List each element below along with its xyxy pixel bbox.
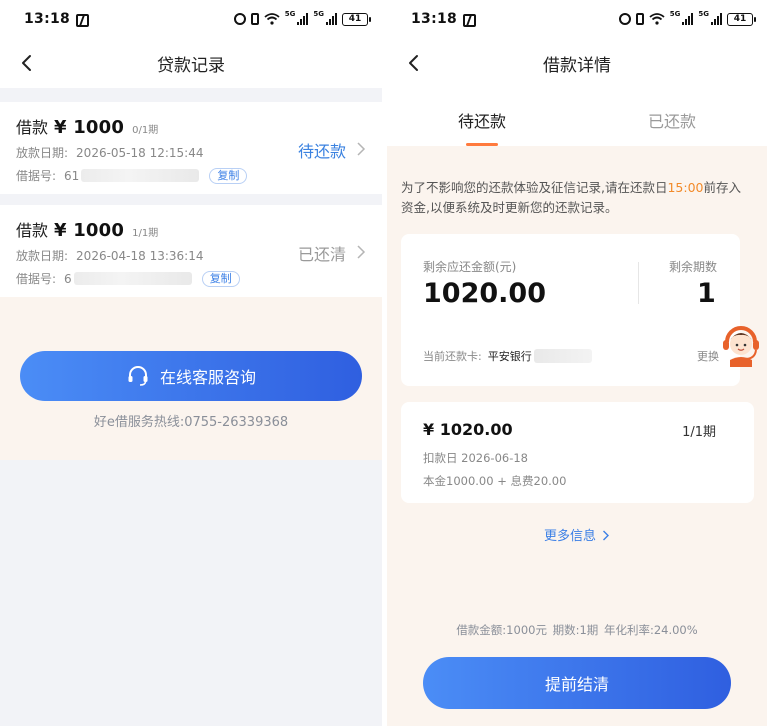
loan-record-card[interactable]: 借款 ¥ 1000 0/1期 放款日期: 2026-05-18 12:15:44… [0, 102, 382, 194]
battery-icon: 41 [727, 12, 756, 26]
active-tab-indicator [466, 143, 498, 146]
receipt-number: 6 [64, 271, 72, 286]
copy-button[interactable]: 复制 [209, 167, 248, 184]
change-card-link[interactable]: 更换 [697, 348, 719, 364]
vibrate-icon [635, 13, 644, 25]
more-info-label: 更多信息 [543, 529, 596, 544]
signal-icon [326, 13, 337, 25]
loan-summary: 借款金额:1000元 期数:1期 年化利率:24.00% [456, 623, 698, 637]
loan-record-card[interactable]: 借款 ¥ 1000 1/1期 放款日期: 2026-04-18 13:36:14… [0, 205, 382, 297]
redacted-receipt-number [73, 272, 192, 285]
remaining-amount: 1020.00 [423, 278, 546, 309]
repayment-card-label: 当前还款卡: [423, 350, 482, 363]
status-time: 13:18 [411, 11, 458, 27]
copy-button[interactable]: 复制 [201, 270, 240, 287]
chevron-left-icon[interactable] [403, 52, 425, 74]
loan-status-pending: 待还款 [297, 142, 346, 161]
loan-amount: ¥ 1000 [54, 117, 125, 138]
redacted-card-number [533, 349, 592, 363]
disbursement-date: 2026-04-18 13:36:14 [76, 248, 204, 263]
repayment-card-bank: 平安银行 [487, 350, 532, 363]
tab-label: 已还款 [647, 112, 696, 131]
network-type-label: 5G [669, 10, 681, 18]
receipt-number-label: 借据号: [16, 169, 57, 183]
online-service-button[interactable]: 在线客服咨询 [20, 351, 362, 401]
headset-icon [128, 366, 148, 386]
repayment-summary-card: 剩余应还金额(元) 1020.00 剩余期数 1 当前还款卡: 平安银行 更换 [401, 234, 740, 386]
disbursement-date-label: 放款日期: [16, 146, 69, 160]
loan-detail-screen: 13:18 5G 5G 41 借款详情 待还款 已还款 为了不影响您的还款体验及… [387, 0, 767, 726]
status-bar: 13:18 5G 5G 41 [0, 0, 382, 38]
disbursement-date: 2026-05-18 12:15:44 [76, 145, 204, 160]
remaining-periods: 1 [697, 278, 716, 309]
page-title: 借款详情 [543, 55, 611, 76]
signal-icon [711, 13, 722, 25]
nav-bar: 借款详情 [387, 38, 767, 88]
loan-label: 借款 [16, 118, 49, 137]
amount-breakdown: 本金1000.00 + 息费20.00 [423, 474, 567, 488]
signal-icon [682, 13, 694, 25]
loan-label: 借款 [16, 221, 49, 240]
network-type-label: 5G [313, 10, 324, 18]
installment-card: ¥ 1020.00 1/1期 扣款日 2026-06-18 本金1000.00 … [401, 402, 754, 503]
loan-amount: ¥ 1000 [54, 220, 125, 241]
status-icons: 5G 5G 41 [233, 10, 371, 26]
wifi-icon [264, 13, 280, 25]
service-hotline: 好e借服务热线:0755-26339368 [93, 415, 289, 430]
network-type-label: 5G [698, 10, 709, 18]
notification-icon [76, 13, 90, 27]
online-service-label: 在线客服咨询 [159, 368, 256, 387]
more-info-link[interactable]: 更多信息 [387, 525, 767, 544]
early-settlement-button[interactable]: 提前结清 [423, 657, 731, 709]
installment-amount: ¥ 1020.00 [423, 420, 513, 439]
nav-bar: 贷款记录 [0, 38, 382, 102]
remaining-periods-label: 剩余期数 [669, 260, 718, 274]
deduction-date: 扣款日 2026-06-18 [423, 451, 528, 465]
vibrate-icon [250, 13, 259, 25]
status-time: 13:18 [24, 11, 71, 27]
repayment-card-row: 当前还款卡: 平安银行 [423, 348, 592, 364]
loan-period: 1/1期 [132, 228, 159, 239]
alarm-icon [233, 13, 246, 25]
repayment-notice: 为了不影响您的还款体验及征信记录,请在还款日15:00前存入资金,以便系统及时更… [401, 178, 751, 218]
status-icons: 5G 5G 41 [618, 10, 756, 26]
installment-period: 1/1期 [682, 425, 716, 440]
loan-period: 0/1期 [132, 125, 159, 136]
alarm-icon [618, 13, 631, 25]
chevron-left-icon[interactable] [16, 52, 38, 74]
wifi-icon [649, 13, 665, 25]
redacted-receipt-number [81, 169, 200, 182]
remaining-amount-label: 剩余应还金额(元) [423, 260, 517, 274]
disbursement-date-label: 放款日期: [16, 249, 69, 263]
tab-label: 待还款 [457, 112, 506, 131]
status-bar: 13:18 5G 5G 41 [387, 0, 767, 38]
chevron-right-icon [357, 245, 366, 259]
loan-status-cleared: 已还清 [297, 245, 346, 264]
signal-icon [297, 13, 309, 25]
page-title: 贷款记录 [157, 55, 225, 76]
receipt-number-label: 借据号: [16, 272, 57, 286]
early-settlement-label: 提前结清 [544, 675, 609, 694]
notification-icon [463, 13, 477, 27]
notice-deadline-time: 15:00 [667, 180, 704, 195]
receipt-number: 61 [64, 168, 80, 183]
tab-pending-repayment[interactable]: 待还款 [387, 88, 577, 146]
tab-repaid[interactable]: 已还款 [577, 88, 767, 146]
chevron-right-icon [357, 142, 366, 156]
network-type-label: 5G [284, 10, 296, 18]
loan-records-screen: 13:18 5G 5G 41 贷款记录 借款 ¥ 1000 0/1期 放款日期:… [0, 0, 382, 726]
empty-area [0, 460, 382, 726]
battery-icon: 41 [342, 12, 371, 26]
notice-text: 为了不影响您的还款体验及征信记录,请在还款日 [401, 180, 668, 195]
customer-service-avatar-icon[interactable] [718, 318, 764, 368]
chevron-right-icon [603, 530, 609, 541]
repayment-tabs: 待还款 已还款 [387, 88, 767, 146]
divider [638, 262, 639, 304]
